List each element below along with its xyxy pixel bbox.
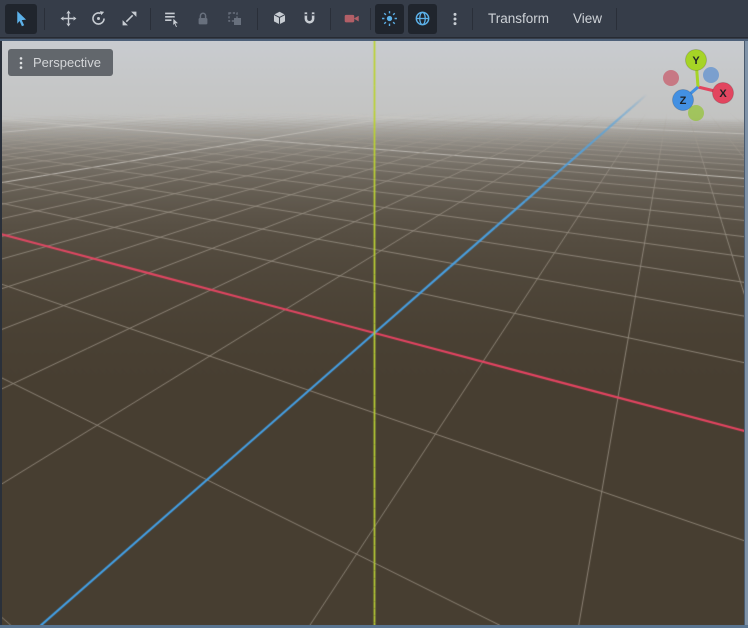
transform-menu[interactable]: Transform: [476, 4, 561, 34]
sun-icon: [381, 10, 398, 27]
toolbar-separator: [150, 8, 151, 30]
gizmo-neg-z-ball[interactable]: [703, 67, 719, 83]
toolbar-separator: [616, 8, 617, 30]
gizmo-z-ball[interactable]: Z: [673, 90, 694, 111]
move-tool-icon: [60, 10, 77, 27]
toolbar-separator: [472, 8, 473, 30]
toolbar-separator: [257, 8, 258, 30]
local-space-toggle-button[interactable]: [264, 4, 294, 34]
lock-tool-button[interactable]: [187, 4, 219, 34]
rotate-tool-button[interactable]: [83, 4, 114, 34]
kebab-menu-icon: [447, 11, 463, 27]
gizmo-neg-x-ball[interactable]: [663, 70, 679, 86]
svg-text:X: X: [719, 88, 727, 100]
snap-magnet-icon: [301, 10, 318, 27]
scale-tool-button[interactable]: [114, 4, 145, 34]
toolbar-separator: [44, 8, 45, 30]
toolbar-separator: [370, 8, 371, 30]
scale-tool-icon: [121, 10, 138, 27]
sun-preview-toggle-button[interactable]: [375, 4, 404, 34]
extra-options-menu-button[interactable]: [441, 4, 469, 34]
list-select-icon: [163, 10, 180, 27]
lock-icon: [195, 11, 211, 27]
viewport-toolbar: Transform View: [0, 0, 748, 38]
rotate-tool-icon: [90, 10, 107, 27]
viewport-3d-canvas[interactable]: [2, 41, 745, 625]
group-icon: [227, 11, 243, 27]
move-tool-button[interactable]: [53, 4, 83, 34]
axis-navigation-gizmo[interactable]: Y X Z: [648, 44, 748, 126]
viewport-border-left: [0, 41, 2, 628]
toolbar-separator: [330, 8, 331, 30]
svg-text:Y: Y: [692, 55, 700, 67]
snap-toggle-button[interactable]: [294, 4, 325, 34]
svg-text:Z: Z: [680, 95, 687, 107]
camera-preview-toggle-button[interactable]: [336, 4, 366, 34]
godot-3d-editor: Transform View Perspective Y X: [0, 0, 748, 628]
local-space-cube-icon: [271, 10, 288, 27]
gizmo-x-ball[interactable]: X: [713, 83, 734, 104]
group-tool-button[interactable]: [219, 4, 251, 34]
select-tool-button[interactable]: [5, 4, 37, 34]
world-environment-globe-icon: [414, 10, 431, 27]
list-select-tool-button[interactable]: [156, 4, 187, 34]
view-mode-label: Perspective: [33, 55, 101, 70]
environment-preview-toggle-button[interactable]: [408, 4, 437, 34]
select-arrow-icon: [13, 10, 30, 27]
view-mode-button[interactable]: Perspective: [8, 49, 113, 76]
view-menu[interactable]: View: [561, 4, 614, 34]
gizmo-y-ball[interactable]: Y: [686, 50, 707, 71]
view-menu-dots-icon: [16, 55, 26, 71]
camera-preview-icon: [343, 10, 360, 27]
